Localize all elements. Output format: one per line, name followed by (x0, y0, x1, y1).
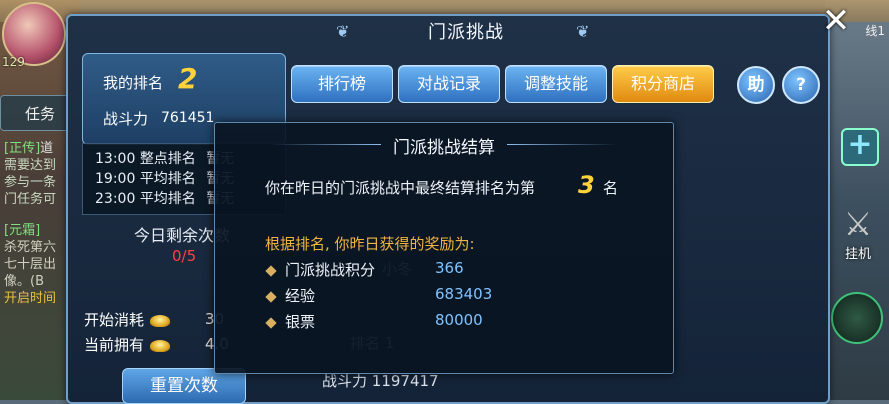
crossed-swords-icon: ⚔ (843, 205, 873, 243)
reward-name: 门派挑战积分 (285, 261, 376, 279)
task-tab-label: 任务 (25, 105, 56, 123)
title-ornament-left-icon: ❦ (336, 22, 350, 41)
pet-avatar[interactable] (831, 292, 883, 344)
settlement-rank-unit: 名 (603, 179, 619, 197)
diamond-bullet-icon (265, 316, 277, 329)
reward-value: 683403 (435, 285, 493, 303)
reward-value: 80000 (435, 311, 483, 329)
settlement-dialog: 门派挑战结算 你在昨日的门派挑战中最终结算排名为第 3 名 根据排名, 你昨日获… (214, 122, 674, 374)
auto-battle-button[interactable]: ⚔ 挂机 (831, 205, 885, 275)
schedule-label: 整点排名 (139, 151, 196, 167)
my-rank-label: 我的排名 (103, 74, 164, 92)
tab-points-shop[interactable]: 积分商店 (612, 65, 714, 103)
expand-plus-icon[interactable]: + (841, 128, 879, 166)
quest-tracker-2[interactable]: [元霜] 杀死第六 七十层出 像。(B 开启时间 (4, 222, 74, 307)
quest-2-line: 杀死第六 (4, 240, 57, 255)
quest-1-line: 门任务可 (4, 192, 57, 207)
start-cost-label: 开始消耗 (84, 311, 145, 329)
quest-1-name: 道 (40, 141, 54, 156)
schedule-time: 23:00 (95, 191, 136, 207)
reward-row: 门派挑战积分 (265, 259, 376, 280)
settlement-title: 门派挑战结算 (393, 138, 495, 158)
quest-2-cta: 开启时间 (4, 291, 57, 306)
gold-ingot-icon (150, 314, 171, 327)
hero-level: 129 (2, 55, 25, 69)
start-cost-row: 开始消耗 (84, 309, 171, 330)
task-tab[interactable]: 任务 (0, 95, 72, 131)
gold-ingot-icon (150, 339, 171, 352)
owned-row: 当前拥有 (84, 334, 171, 355)
opponent-power-value: 1197417 (371, 372, 439, 390)
diamond-bullet-icon (265, 264, 277, 277)
remaining-attempts-value: 0/5 (172, 247, 197, 265)
reward-heading: 根据排名, 你昨日获得的奖励为: (265, 235, 475, 253)
my-rank-value: 2 (178, 62, 198, 95)
schedule-label: 平均排名 (139, 171, 196, 187)
schedule-time: 19:00 (95, 171, 136, 187)
server-line-label[interactable]: 线1 (865, 22, 885, 39)
schedule-time: 13:00 (95, 151, 136, 167)
close-icon[interactable]: ✕ (818, 4, 854, 40)
auto-battle-label: 挂机 (844, 247, 871, 262)
opponent-power-label: 战斗力 (322, 372, 368, 390)
reward-value: 366 (435, 259, 464, 277)
quest-2-extra: (B (30, 274, 45, 289)
diamond-bullet-icon (265, 290, 277, 303)
help-question-icon[interactable]: ? (782, 66, 820, 104)
quest-1-line: 需要达到 (4, 158, 57, 173)
tab-battle-log[interactable]: 对战记录 (398, 65, 500, 103)
settlement-message: 你在昨日的门派挑战中最终结算排名为第 (265, 179, 536, 197)
quest-2-line: 像。 (4, 274, 31, 289)
my-power-label: 战斗力 (103, 110, 149, 128)
reward-row: 银票 (265, 311, 316, 332)
my-power-value: 761451 (161, 110, 215, 126)
window-title: 门派挑战 (428, 22, 504, 43)
quest-1-tag: [正传] (4, 141, 41, 156)
settlement-rank: 3 (578, 171, 595, 199)
title-ornament-right-icon: ❦ (576, 22, 590, 41)
title-divider-right (507, 144, 617, 145)
window-title-bar: ❦ 门派挑战 ❦ (336, 12, 589, 48)
quest-2-tag: [元霜] (4, 223, 41, 238)
reward-name: 银票 (285, 313, 316, 331)
assist-button[interactable]: 助 (737, 66, 775, 104)
quest-2-line: 七十层出 (4, 257, 57, 272)
owned-label: 当前拥有 (84, 336, 145, 354)
reward-row: 经验 (265, 285, 316, 306)
quest-tracker-1[interactable]: [正传]道 需要达到 参与一条 门任务可 (4, 140, 74, 208)
quest-1-line: 参与一条 (4, 175, 57, 190)
tab-leaderboard[interactable]: 排行榜 (291, 65, 393, 103)
schedule-label: 平均排名 (139, 191, 196, 207)
reward-name: 经验 (285, 287, 316, 305)
tab-adjust-skills[interactable]: 调整技能 (505, 65, 607, 103)
